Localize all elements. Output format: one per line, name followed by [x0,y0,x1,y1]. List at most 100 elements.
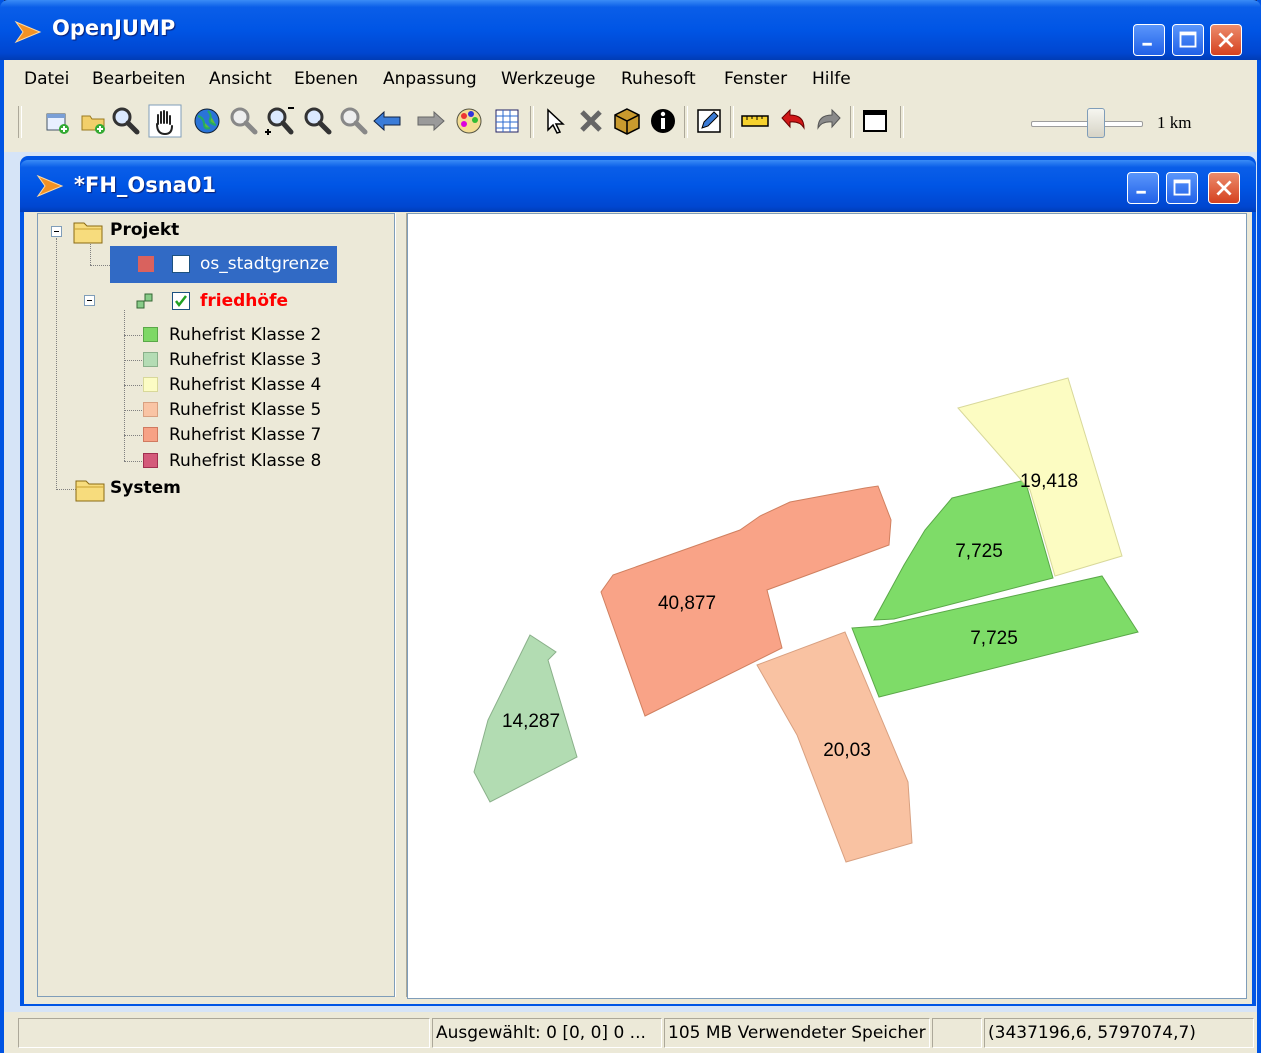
folder-icon [75,480,105,502]
klasse-3-swatch [143,352,158,367]
zoom-in-icon[interactable] [262,104,296,138]
openjump-logo-icon [36,174,64,198]
split-pane-divider[interactable] [395,213,407,997]
close-icon [1216,180,1232,196]
menu-bearbeiten[interactable]: Bearbeiten [92,69,185,89]
layer-style-icon [136,293,153,309]
os-stadtgrenze-layer-label[interactable]: os_stadtgrenze [200,254,329,274]
info-icon[interactable] [646,104,680,138]
undo-icon[interactable] [776,104,810,138]
frame-icon[interactable] [858,104,892,138]
map-canvas[interactable]: 14,287 40,877 20,03 7,725 7,725 19,418 [407,213,1247,999]
tree-connector [90,265,110,266]
os-stadtgrenze-checkbox[interactable] [172,255,190,273]
menu-ebenen[interactable]: Ebenen [294,69,358,89]
klasse-4-label[interactable]: Ruhefrist Klasse 4 [169,375,321,395]
minimize-button[interactable] [1133,24,1165,56]
klasse-8-label[interactable]: Ruhefrist Klasse 8 [169,451,321,471]
klasse-7-swatch [143,427,158,442]
pan-hand-icon[interactable] [148,104,182,138]
klasse-5-swatch [143,402,158,417]
previous-view-icon[interactable] [370,104,404,138]
status-coordinates: (3437196,6, 5797074,7) [984,1018,1254,1048]
menu-datei[interactable]: Datei [24,69,69,89]
toolbar-separator [684,106,688,138]
status-selection: Ausgewählt: 0 [0, 0] 0 ... [432,1018,662,1048]
scale-label: 1 km [1157,113,1192,132]
package-icon[interactable] [610,104,644,138]
toolbar: 1 km [4,98,1257,153]
toolbar-separator [730,106,734,138]
parcel-label: 14,287 [502,711,560,732]
grid-table-icon[interactable] [490,104,524,138]
projekt-category-label[interactable]: Projekt [110,220,179,240]
delete-features-icon[interactable] [574,104,608,138]
toolbar-grip [18,106,22,138]
next-view-icon[interactable] [414,104,448,138]
redo-icon[interactable] [812,104,846,138]
internal-frame-titlebar[interactable]: *FH_Osna01 [20,160,1256,212]
window-titlebar[interactable]: OpenJUMP [0,0,1261,60]
new-task-icon[interactable] [40,104,74,138]
zoom-to-selected-icon[interactable] [226,104,260,138]
frame-maximize-button[interactable] [1166,172,1198,204]
minimize-icon [1136,190,1146,194]
maximize-button[interactable] [1172,24,1204,56]
parcel-label: 40,877 [658,593,716,614]
add-layer-icon[interactable] [76,104,110,138]
klasse-4-swatch [143,377,158,392]
menu-fenster[interactable]: Fenster [724,69,787,89]
map-svg[interactable]: 14,287 40,877 20,03 7,725 7,725 19,418 [407,213,1247,999]
status-message [18,1018,430,1048]
menu-anpassung[interactable]: Anpassung [383,69,477,89]
frame-minimize-button[interactable] [1127,172,1159,204]
tree-connector [124,335,142,336]
folder-icon [73,222,103,244]
klasse-2-label[interactable]: Ruhefrist Klasse 2 [169,325,321,345]
klasse-8-swatch [143,453,158,468]
friedhoefe-collapse-toggle[interactable] [84,295,95,306]
color-palette-icon[interactable] [452,104,486,138]
frame-close-button[interactable] [1208,172,1240,204]
menu-ansicht[interactable]: Ansicht [209,69,272,89]
toolbar-separator [900,106,904,138]
system-category-label[interactable]: System [110,478,181,498]
tree-connector [124,385,142,386]
parcel-label: 19,418 [1020,471,1078,492]
scale-slider-thumb[interactable] [1087,108,1105,138]
ruler-icon[interactable] [738,104,772,138]
zoom-out-icon[interactable] [300,104,334,138]
internal-frame-title: *FH_Osna01 [74,173,217,197]
close-icon [1218,32,1234,48]
edit-pencil-icon[interactable] [692,104,726,138]
parcel-label: 20,03 [823,740,871,761]
parcel-label: 7,725 [970,628,1018,649]
klasse-5-label[interactable]: Ruhefrist Klasse 5 [169,400,321,420]
select-arrow-icon[interactable] [538,104,572,138]
minimize-icon [1142,42,1152,46]
maximize-icon [1179,31,1197,48]
klasse-7-label[interactable]: Ruhefrist Klasse 7 [169,425,321,445]
window-title: OpenJUMP [52,16,176,40]
tree-connector [124,360,142,361]
klasse-2-swatch [143,327,158,342]
projekt-collapse-toggle[interactable] [51,226,62,237]
menu-werkzeuge[interactable]: Werkzeuge [501,69,596,89]
openjump-logo-icon [14,20,42,44]
tree-connector [56,238,57,490]
tree-connector [56,489,76,490]
parcel-label: 7,725 [955,541,1003,562]
menu-ruhesoft[interactable]: Ruhesoft [621,69,696,89]
maximize-icon [1173,179,1191,196]
status-bar: Ausgewählt: 0 [0, 0] 0 ... 105 MB Verwen… [4,1012,1257,1053]
close-button[interactable] [1210,24,1242,56]
tree-connector [124,410,142,411]
menu-hilfe[interactable]: Hilfe [812,69,851,89]
friedhoefe-checkbox[interactable] [172,292,190,310]
zoom-previous-icon[interactable] [336,104,370,138]
status-memory: 105 MB Verwendeter Speicher [664,1018,930,1048]
globe-icon[interactable] [190,104,224,138]
zoom-icon[interactable] [108,104,142,138]
friedhoefe-layer-label[interactable]: friedhöfe [200,291,288,311]
klasse-3-label[interactable]: Ruhefrist Klasse 3 [169,350,321,370]
